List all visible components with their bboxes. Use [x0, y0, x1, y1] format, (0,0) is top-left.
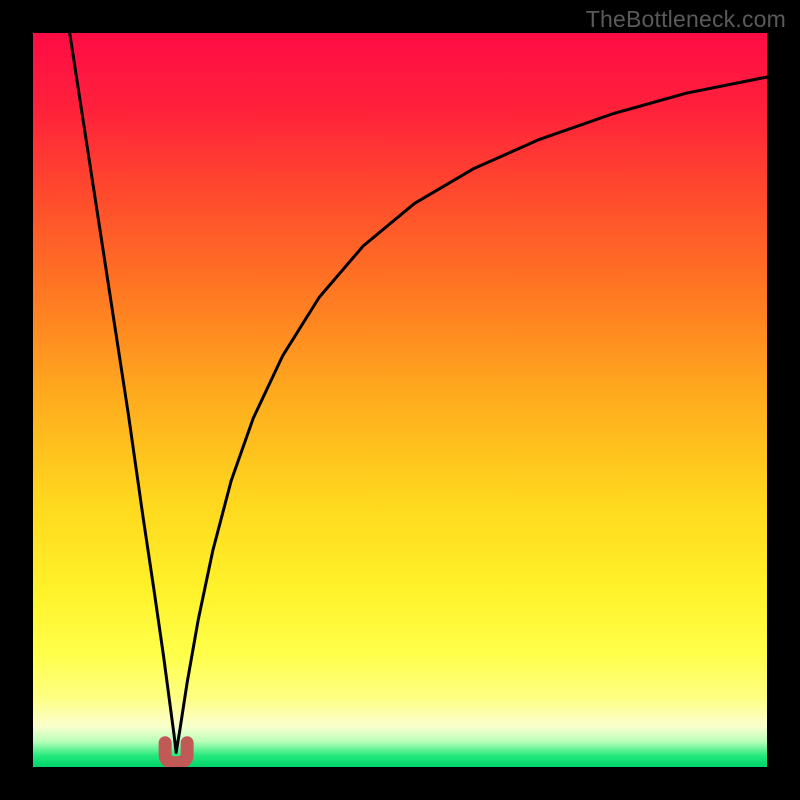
gradient-background [33, 33, 767, 767]
watermark-text: TheBottleneck.com [586, 6, 786, 33]
outer-frame: TheBottleneck.com [0, 0, 800, 800]
plot-area [33, 33, 767, 767]
chart-svg [33, 33, 767, 767]
